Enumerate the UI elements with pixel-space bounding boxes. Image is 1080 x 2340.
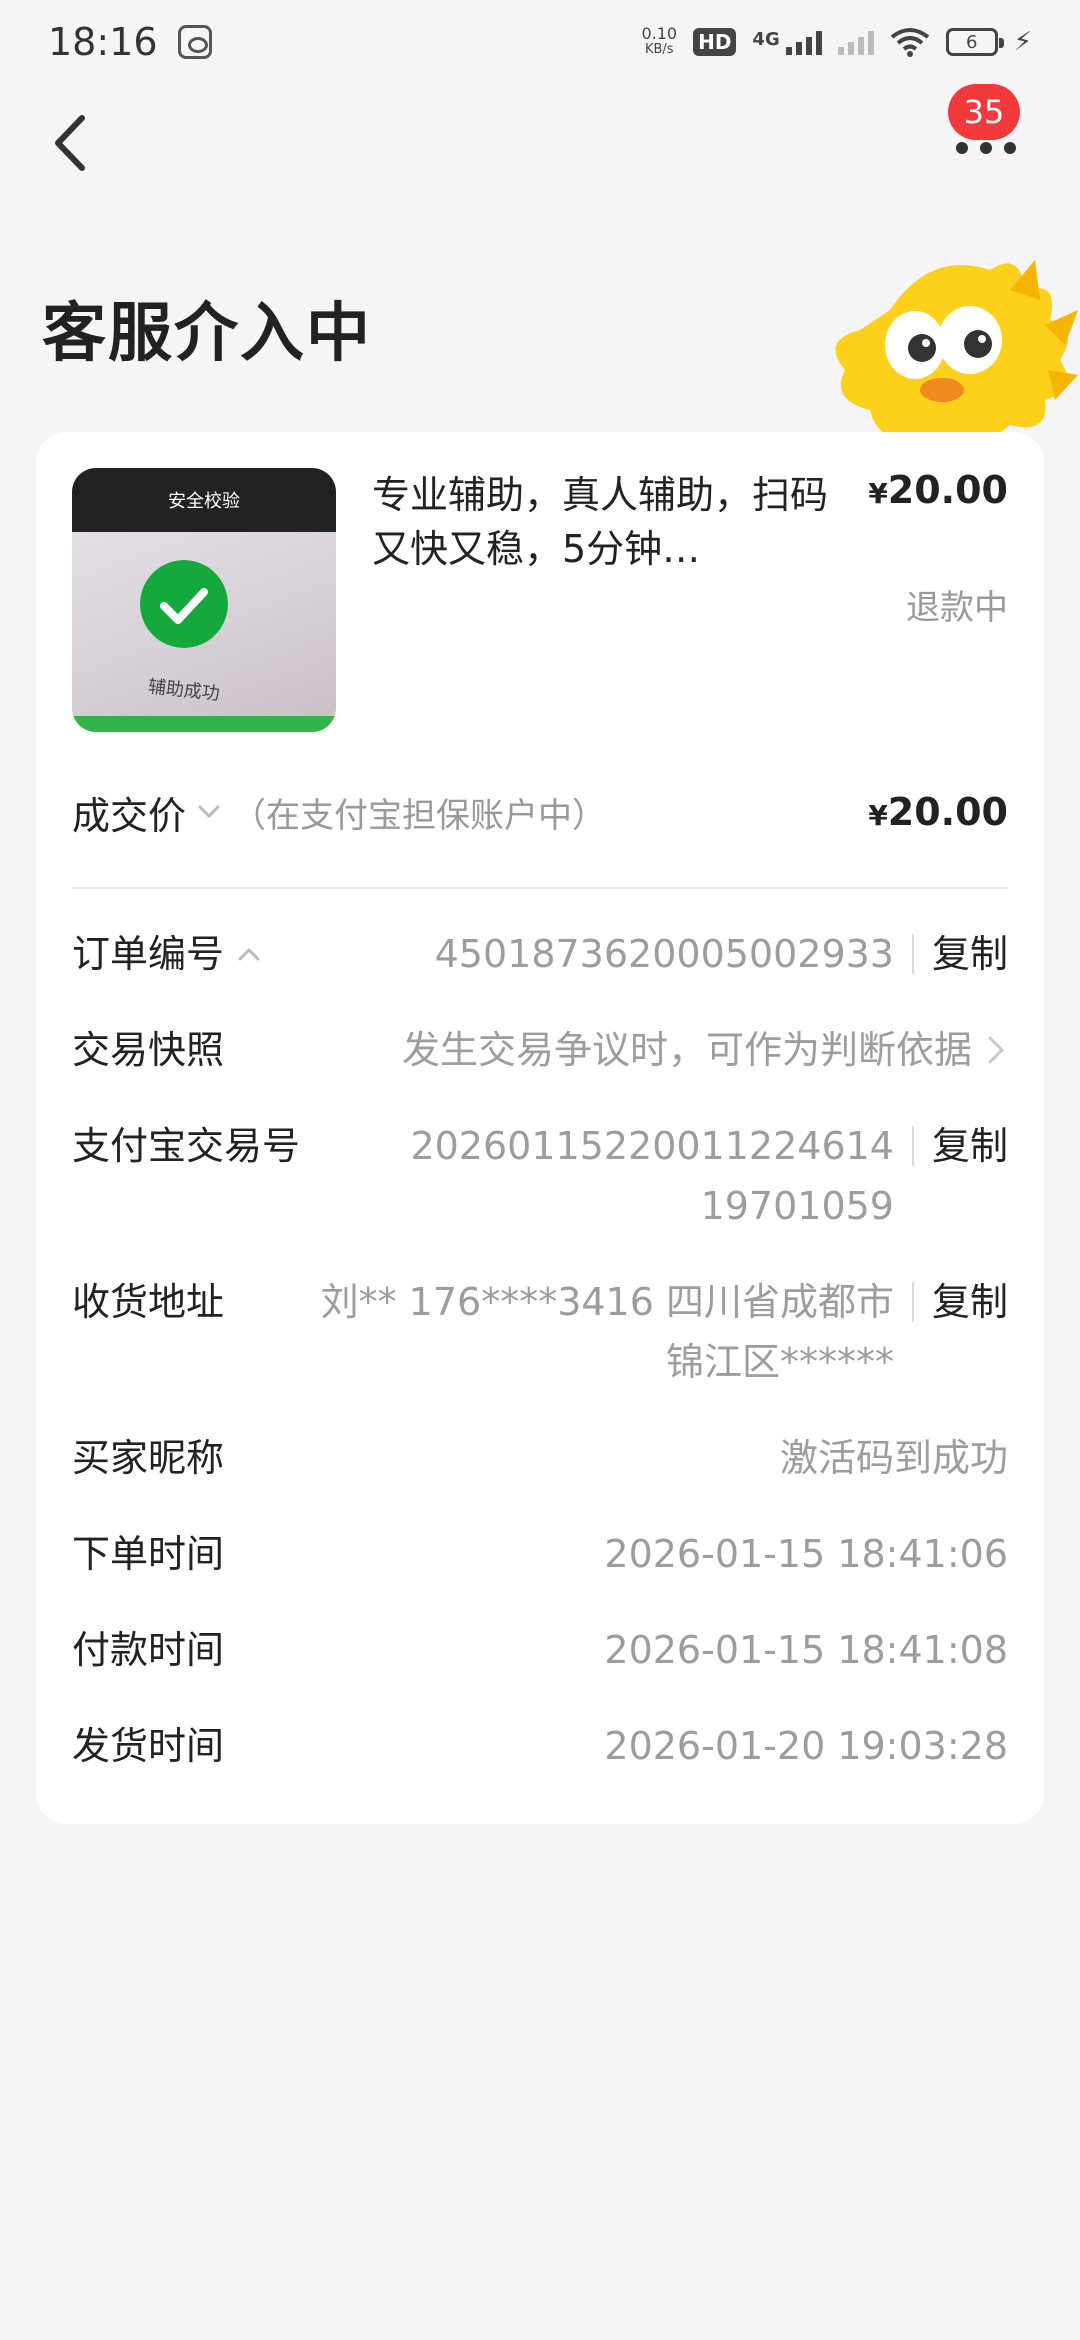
- buyer-nickname-row: 买家昵称 激活码到成功: [72, 1428, 1008, 1488]
- buyer-nickname-label: 买家昵称: [72, 1436, 225, 1480]
- copy-separator: [911, 1126, 914, 1166]
- battery-icon: 6: [945, 28, 1004, 56]
- order-number-row: 订单编号 4501873620005002933 复制: [72, 924, 1008, 984]
- order-number-label: 订单编号: [72, 932, 225, 976]
- trade-snapshot-hint: 发生交易争议时，可作为判断依据: [401, 1028, 972, 1072]
- status-bar: 18:16 0.10 KB/s HD 4G 6 ⚡: [0, 0, 1080, 84]
- charging-icon: ⚡: [1013, 27, 1032, 57]
- deal-price-value: ¥20.00: [868, 790, 1008, 834]
- buyer-nickname-value: 激活码到成功: [779, 1436, 1008, 1480]
- network-type: 4G: [752, 29, 780, 50]
- price-currency: ¥: [868, 477, 888, 510]
- network-speed-unit: KB/s: [644, 42, 674, 57]
- alipay-trade-number-row: 支付宝交易号 2026011522001122461419701059 复制: [72, 1116, 1008, 1236]
- order-number-value: 4501873620005002933: [434, 932, 894, 976]
- product-price: ¥20.00: [868, 468, 1008, 512]
- alipay-trade-number-label: 支付宝交易号: [72, 1124, 301, 1168]
- payment-time-value: 2026-01-15 18:41:08: [604, 1628, 1008, 1672]
- shipping-address-value: 刘** 176****3416 四川省成都市锦江区******: [320, 1280, 894, 1384]
- copy-order-number-button[interactable]: 复制: [932, 924, 1008, 984]
- order-time-value: 2026-01-15 18:41:06: [604, 1532, 1008, 1576]
- back-button[interactable]: [46, 108, 96, 178]
- divider: [72, 887, 1008, 889]
- price-value: 20.00: [887, 468, 1008, 512]
- battery-level: 6: [966, 31, 978, 53]
- wifi-icon: [890, 28, 929, 57]
- copy-separator: [911, 1282, 914, 1322]
- page-title: 客服介入中: [42, 297, 372, 371]
- copy-separator: [911, 934, 914, 974]
- status-indicators: 0.10 KB/s HD 4G 6 ⚡: [641, 26, 1032, 58]
- shipping-time-value: 2026-01-20 19:03:28: [604, 1724, 1008, 1768]
- more-icon: [956, 142, 1016, 154]
- thumbnail-caption: 辅助成功: [146, 676, 221, 705]
- deal-price-currency: ¥: [868, 799, 888, 832]
- secondary-signal-icon: [837, 29, 874, 55]
- alipay-trade-number-value: 2026011522001122461419701059: [410, 1124, 894, 1228]
- deal-price-label: 成交价: [72, 793, 187, 838]
- network-speed: 0.10 KB/s: [641, 26, 677, 58]
- payment-time-label: 付款时间: [72, 1628, 225, 1672]
- chevron-right-icon: [988, 1036, 1005, 1064]
- copy-address-button[interactable]: 复制: [932, 1272, 1008, 1332]
- mascot-fish-image: [835, 260, 1078, 446]
- copy-alipay-number-button[interactable]: 复制: [932, 1116, 1008, 1176]
- deal-price-row[interactable]: 成交价 （在支付宝担保账户中） ¥20.00: [72, 782, 1008, 842]
- trade-snapshot-label: 交易快照: [72, 1028, 225, 1072]
- refund-status: 退款中: [906, 588, 1008, 628]
- product-title[interactable]: 专业辅助，真人辅助，扫码又快又稳，5分钟…: [372, 468, 852, 576]
- chevron-up-icon[interactable]: [234, 939, 264, 969]
- payment-time-row: 付款时间 2026-01-15 18:41:08: [72, 1620, 1008, 1680]
- status-time: 18:16: [48, 20, 158, 64]
- hd-icon: HD: [693, 28, 737, 56]
- thumbnail-header: 安全校验: [72, 468, 336, 532]
- shipping-address-label: 收货地址: [72, 1280, 225, 1324]
- checkmark-icon: [140, 560, 228, 648]
- chevron-down-icon: [198, 805, 220, 819]
- deal-price-amount: 20.00: [887, 790, 1008, 834]
- deal-price-note: （在支付宝担保账户中）: [232, 795, 607, 836]
- order-time-row: 下单时间 2026-01-15 18:41:06: [72, 1524, 1008, 1584]
- trade-snapshot-row[interactable]: 交易快照 发生交易争议时，可作为判断依据: [72, 1020, 1008, 1080]
- shipping-time-row: 发货时间 2026-01-20 19:03:28: [72, 1716, 1008, 1776]
- network-speed-value: 0.10: [641, 24, 678, 43]
- notification-badge: 35: [948, 84, 1020, 140]
- thumbnail-strip: [72, 716, 336, 732]
- shipping-time-label: 发货时间: [72, 1724, 225, 1768]
- app-notification-icon: [177, 25, 212, 59]
- cellular-signal-icon: 4G: [752, 29, 822, 55]
- order-time-label: 下单时间: [72, 1532, 225, 1576]
- product-thumbnail[interactable]: 安全校验 辅助成功: [72, 468, 336, 732]
- order-card: 安全校验 辅助成功 专业辅助，真人辅助，扫码又快又稳，5分钟… ¥20.00 退…: [36, 432, 1044, 1824]
- shipping-address-row: 收货地址 刘** 176****3416 四川省成都市锦江区****** 复制: [72, 1272, 1008, 1392]
